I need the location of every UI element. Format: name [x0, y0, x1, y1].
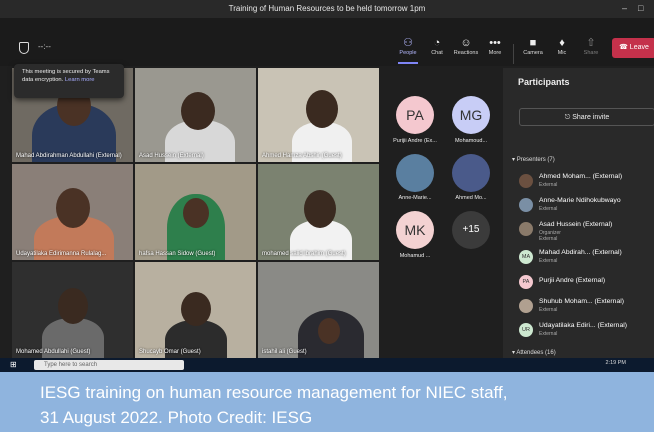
- participant-name: hafsa Hassan Sidow (Guest): [139, 251, 216, 257]
- window-title: Training of Human Resources to be held t…: [228, 4, 426, 13]
- participant-row[interactable]: UR Udayatilaka Ediri... (External) Exter…: [519, 321, 654, 341]
- presenters-section-header[interactable]: ▾ Presenters (7): [512, 156, 555, 163]
- more-button[interactable]: ••• More: [481, 36, 509, 56]
- avatar: PA: [519, 275, 533, 289]
- video-tile[interactable]: istahil ali (Guest): [258, 262, 379, 358]
- taskbar-clock: 2:19 PM: [605, 360, 626, 366]
- participant-name: Ahmed Hamza Abshir (Guest): [262, 153, 342, 159]
- chat-icon: ◔: [433, 37, 441, 49]
- share-icon: ⇧: [586, 37, 596, 49]
- reactions-icon: ☺: [460, 37, 472, 49]
- avatar: [519, 198, 533, 212]
- windows-start-icon[interactable]: ⊞: [10, 360, 17, 369]
- video-tile[interactable]: Ahmed Hamza Abshir (Guest): [258, 68, 379, 162]
- participant-row[interactable]: Anne-Marie Ndihokubwayo External: [519, 196, 654, 216]
- os-taskbar: ⊞ Type here to search 2:19 PM: [0, 358, 654, 372]
- caption-line-1: IESG training on human resource manageme…: [40, 383, 508, 402]
- avatar: MA: [519, 250, 533, 264]
- people-icon: ⚇: [403, 37, 413, 49]
- meeting-toolbar: --:-- ⚇ People ◔ Chat ☺ Reactions ••• Mo…: [0, 18, 654, 66]
- audio-participants-grid: PA Purijii Andre (Ex... MG Mohamoud... A…: [379, 68, 503, 358]
- toolbar-divider: [513, 44, 514, 64]
- participant-row[interactable]: Ahmed Moham... (External) External: [519, 172, 654, 192]
- camera-button[interactable]: ■ Camera: [519, 36, 547, 56]
- maximize-icon[interactable]: □: [638, 3, 643, 13]
- more-icon: •••: [489, 37, 501, 49]
- mic-button[interactable]: ♦ Mic: [548, 36, 576, 56]
- participant-avatar[interactable]: MG: [452, 96, 490, 134]
- participant-avatar[interactable]: MK: [396, 211, 434, 249]
- photo-caption: IESG training on human resource manageme…: [0, 372, 654, 432]
- participant-label: Purijii Andre (Ex...: [393, 138, 437, 144]
- participant-avatar-photo[interactable]: [396, 154, 434, 192]
- chat-button[interactable]: ◔ Chat: [423, 36, 451, 56]
- window-title-bar: Training of Human Resources to be held t…: [0, 0, 654, 18]
- avatar: [519, 174, 533, 188]
- participant-avatar-photo[interactable]: [452, 154, 490, 192]
- taskbar-search-input[interactable]: Type here to search: [34, 360, 184, 370]
- participants-panel: Participants ⎋ Share invite ▾ Presenters…: [503, 68, 654, 358]
- video-tile[interactable]: Shucayb Omar (Guest): [135, 262, 256, 358]
- leave-button[interactable]: ☎ Leave: [612, 38, 654, 58]
- participant-row[interactable]: MA Mahad Abdirah... (External) External: [519, 248, 654, 268]
- shield-icon[interactable]: [19, 42, 29, 54]
- participant-row[interactable]: Shuhub Moham... (External) External: [519, 297, 654, 317]
- share-invite-button[interactable]: ⎋ Share invite: [519, 108, 654, 126]
- learn-more-link[interactable]: Learn more: [65, 77, 95, 83]
- participant-row[interactable]: Asad Hussein (External) Organizer Extern…: [519, 220, 654, 248]
- video-tile[interactable]: Mohamed Abdullahi (Guest): [12, 262, 133, 358]
- video-tile[interactable]: Asad Hussein (External): [135, 68, 256, 162]
- attendees-section-header[interactable]: ▾ Attendees (16): [512, 349, 556, 356]
- video-tile[interactable]: hafsa Hassan Sidow (Guest): [135, 164, 256, 260]
- camera-icon: ■: [529, 37, 537, 49]
- participant-name: Udayatilaka Edirimanna Rulalag...: [16, 251, 107, 257]
- participant-row[interactable]: PA Purjii Andre (External): [519, 273, 654, 293]
- participant-name: Mahad Abdirahman Abdullahi (External): [16, 153, 122, 159]
- avatar: [519, 222, 533, 236]
- caption-line-2: 31 August 2022. Photo Credit: IESG: [40, 408, 313, 427]
- participant-name: Shucayb Omar (Guest): [139, 349, 201, 355]
- video-tile[interactable]: Udayatilaka Edirimanna Rulalag...: [12, 164, 133, 260]
- participant-name: Asad Hussein (External): [139, 153, 204, 159]
- minimize-icon[interactable]: –: [622, 3, 627, 13]
- phone-icon: ☎: [619, 44, 630, 51]
- share-button[interactable]: ⇧ Share: [577, 36, 605, 56]
- people-button[interactable]: ⚇ People: [394, 36, 422, 64]
- panel-title: Participants: [518, 77, 570, 87]
- participant-label: Mohamud ...: [399, 253, 431, 259]
- participant-label: Anne-Marie...: [398, 195, 432, 201]
- participant-name: mohamed saiid ibrahim (Guest): [262, 251, 346, 257]
- more-participants-bubble[interactable]: +15: [452, 211, 490, 249]
- participant-name: istahil ali (Guest): [262, 349, 307, 355]
- meeting-timer: --:--: [38, 42, 51, 51]
- participant-label: Mohamoud...: [454, 138, 488, 144]
- participant-name: Mohamed Abdullahi (Guest): [16, 349, 91, 355]
- mic-icon: ♦: [559, 37, 565, 49]
- avatar: UR: [519, 323, 533, 337]
- reactions-button[interactable]: ☺ Reactions: [452, 36, 480, 56]
- video-tile[interactable]: mohamed saiid ibrahim (Guest): [258, 164, 379, 260]
- participant-avatar[interactable]: PA: [396, 96, 434, 134]
- avatar: [519, 299, 533, 313]
- participant-label: Ahmed Mo...: [455, 195, 487, 201]
- encryption-tooltip: This meeting is secured by Teams data en…: [14, 64, 124, 98]
